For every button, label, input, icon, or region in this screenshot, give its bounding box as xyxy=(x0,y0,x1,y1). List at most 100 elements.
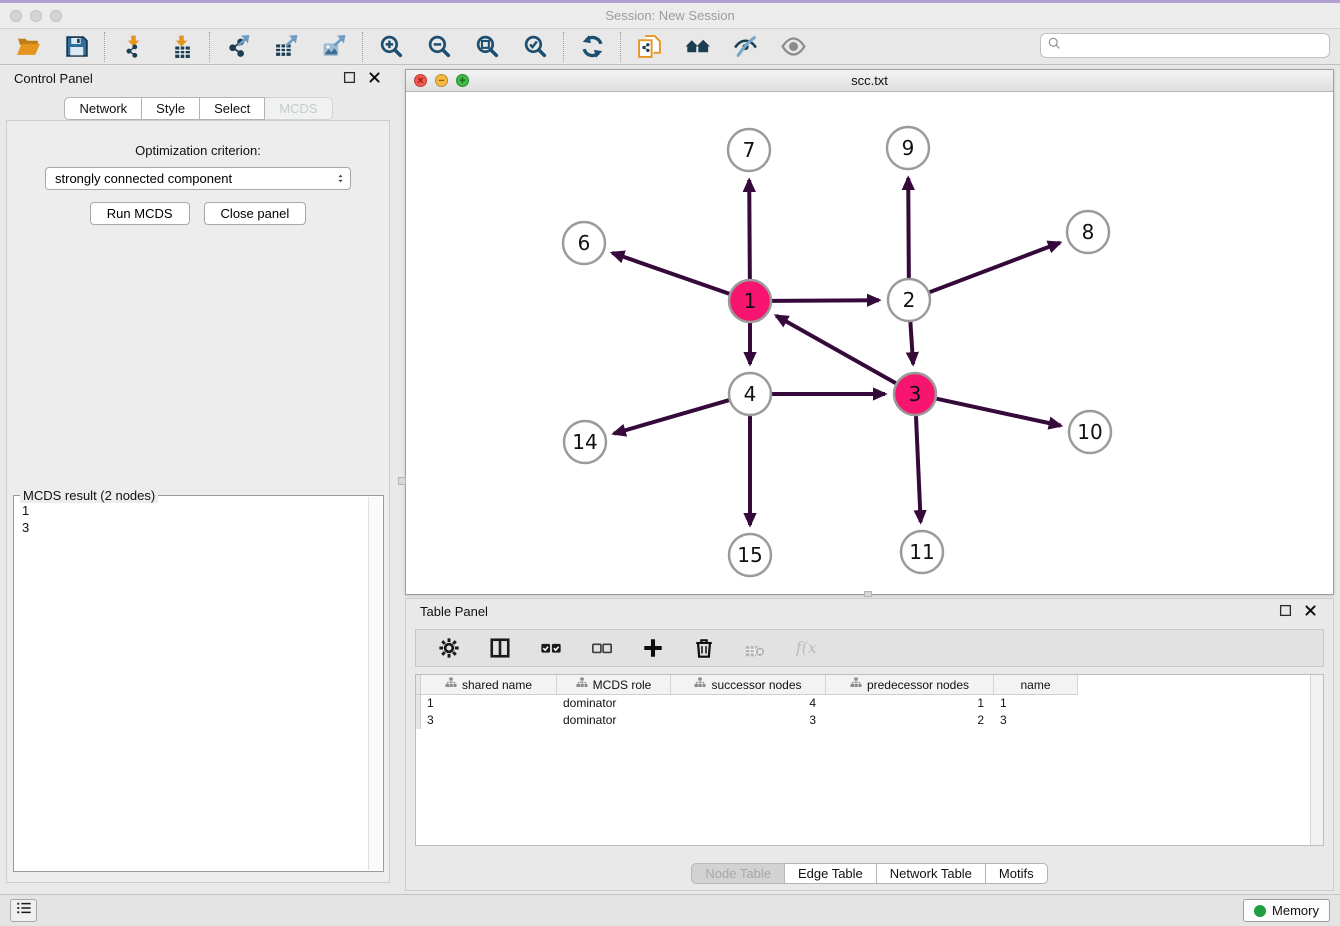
network-window-titlebar[interactable]: × − + scc.txt xyxy=(406,70,1333,92)
columns-icon[interactable] xyxy=(486,634,514,662)
refresh-icon[interactable] xyxy=(578,33,606,61)
column-header-successor-nodes[interactable]: successor nodes xyxy=(671,675,826,695)
result-scrollbar[interactable] xyxy=(368,497,382,870)
search-input[interactable] xyxy=(1066,38,1323,53)
graph-node-label: 2 xyxy=(903,288,916,312)
zoom-in-icon[interactable] xyxy=(377,33,405,61)
graph-node-label: 14 xyxy=(572,430,597,454)
tab-network[interactable]: Network xyxy=(64,97,142,120)
tree-icon xyxy=(850,677,862,692)
duplicate-network-icon[interactable] xyxy=(635,33,663,61)
zoom-selected-icon[interactable] xyxy=(521,33,549,61)
float-icon[interactable] xyxy=(1279,604,1294,619)
table-cell[interactable]: 3 xyxy=(421,712,557,729)
graph-edge-3-11[interactable] xyxy=(916,416,921,522)
home-icon[interactable] xyxy=(683,33,711,61)
network-canvas[interactable]: 7 9 6 8 1 2 4 3 14 10 15 11 xyxy=(406,92,1333,594)
network-resize-handle[interactable] xyxy=(864,591,872,597)
graph-node-label: 7 xyxy=(743,138,756,162)
table-cell[interactable]: 3 xyxy=(671,712,826,729)
tab-style[interactable]: Style xyxy=(142,97,200,120)
close-icon[interactable] xyxy=(368,71,383,86)
graph-edge-4-14[interactable] xyxy=(614,400,729,433)
network-title: scc.txt xyxy=(406,73,1333,88)
tab-select[interactable]: Select xyxy=(200,97,265,120)
run-mcds-button[interactable]: Run MCDS xyxy=(90,202,190,225)
graph-edge-2-9[interactable] xyxy=(908,178,909,278)
window-title: Session: New Session xyxy=(0,8,1340,23)
graph-node-2[interactable]: 2 xyxy=(888,279,930,321)
select-all-icon[interactable] xyxy=(537,634,565,662)
zoom-fit-icon[interactable] xyxy=(473,33,501,61)
import-network-icon[interactable] xyxy=(119,33,147,61)
column-header-MCDS-role[interactable]: MCDS role xyxy=(557,675,671,695)
table-row[interactable]: 1dominator411 xyxy=(416,695,1323,712)
window-titlebar: Session: New Session xyxy=(0,3,1340,29)
table-cell[interactable]: 1 xyxy=(994,695,1078,712)
deselect-all-icon[interactable] xyxy=(588,634,616,662)
export-image-icon[interactable] xyxy=(320,33,348,61)
table-row[interactable]: 3dominator323 xyxy=(416,712,1323,729)
graph-node-14[interactable]: 14 xyxy=(564,421,606,463)
tab-mcds[interactable]: MCDS xyxy=(265,97,332,120)
hide-details-icon[interactable] xyxy=(731,33,759,61)
column-header-predecessor-nodes[interactable]: predecessor nodes xyxy=(826,675,994,695)
graph-edge-3-1[interactable] xyxy=(776,316,896,383)
export-network-icon[interactable] xyxy=(224,33,252,61)
graph-node-10[interactable]: 10 xyxy=(1069,411,1111,453)
export-table-icon[interactable] xyxy=(272,33,300,61)
node-table: shared nameMCDS rolesuccessor nodesprede… xyxy=(415,674,1324,846)
save-session-icon[interactable] xyxy=(62,33,90,61)
import-table-icon[interactable] xyxy=(167,33,195,61)
tab-motifs[interactable]: Motifs xyxy=(986,863,1048,884)
add-icon[interactable] xyxy=(639,634,667,662)
graph-node-label: 10 xyxy=(1077,420,1102,444)
tab-network-table[interactable]: Network Table xyxy=(877,863,986,884)
zoom-out-icon[interactable] xyxy=(425,33,453,61)
table-scrollbar[interactable] xyxy=(1310,675,1323,845)
gear-icon[interactable] xyxy=(435,634,463,662)
task-history-button[interactable] xyxy=(10,899,37,922)
graph-edge-1-7[interactable] xyxy=(749,180,750,279)
graph-node-label: 1 xyxy=(744,289,757,313)
graph-node-6[interactable]: 6 xyxy=(563,222,605,264)
tab-node-table[interactable]: Node Table xyxy=(691,863,785,884)
table-toolbar: f(x) xyxy=(415,629,1324,667)
search-field[interactable] xyxy=(1040,33,1330,58)
close-panel-button[interactable]: Close panel xyxy=(204,202,307,225)
graph-edge-1-6[interactable] xyxy=(612,253,729,294)
graph-edge-1-2[interactable] xyxy=(772,300,879,301)
table-cell[interactable]: 1 xyxy=(826,695,994,712)
table-cell[interactable]: 3 xyxy=(994,712,1078,729)
graph-edge-2-8[interactable] xyxy=(930,243,1060,293)
table-cell[interactable]: dominator xyxy=(557,695,671,712)
trash-icon[interactable] xyxy=(690,634,718,662)
graph-node-8[interactable]: 8 xyxy=(1067,211,1109,253)
graph-node-3[interactable]: 3 xyxy=(894,373,936,415)
close-icon[interactable] xyxy=(1304,604,1319,619)
table-cell[interactable]: 4 xyxy=(671,695,826,712)
graph-node-7[interactable]: 7 xyxy=(728,129,770,171)
column-header-shared-name[interactable]: shared name xyxy=(421,675,557,695)
graph-node-15[interactable]: 15 xyxy=(729,534,771,576)
table-cell[interactable]: 1 xyxy=(421,695,557,712)
graph-edge-2-3[interactable] xyxy=(910,322,913,364)
table-cell[interactable]: dominator xyxy=(557,712,671,729)
column-header-name[interactable]: name xyxy=(994,675,1078,695)
criterion-select[interactable]: strongly connected component xyxy=(45,167,351,190)
open-session-icon[interactable] xyxy=(14,33,42,61)
graph-edge-3-10[interactable] xyxy=(936,399,1060,426)
graph-node-11[interactable]: 11 xyxy=(901,531,943,573)
control-panel-title: Control Panel xyxy=(14,71,93,86)
table-panel-title: Table Panel xyxy=(420,604,488,619)
show-details-icon[interactable] xyxy=(779,33,807,61)
graph-node-4[interactable]: 4 xyxy=(729,373,771,415)
memory-button[interactable]: Memory xyxy=(1243,899,1330,922)
graph-node-9[interactable]: 9 xyxy=(887,127,929,169)
table-cell[interactable]: 2 xyxy=(826,712,994,729)
table-tabs: Node TableEdge TableNetwork TableMotifs xyxy=(406,863,1333,884)
divider-resize-handle[interactable] xyxy=(398,477,406,485)
graph-node-1[interactable]: 1 xyxy=(729,280,771,322)
tab-edge-table[interactable]: Edge Table xyxy=(785,863,877,884)
float-icon[interactable] xyxy=(343,71,358,86)
